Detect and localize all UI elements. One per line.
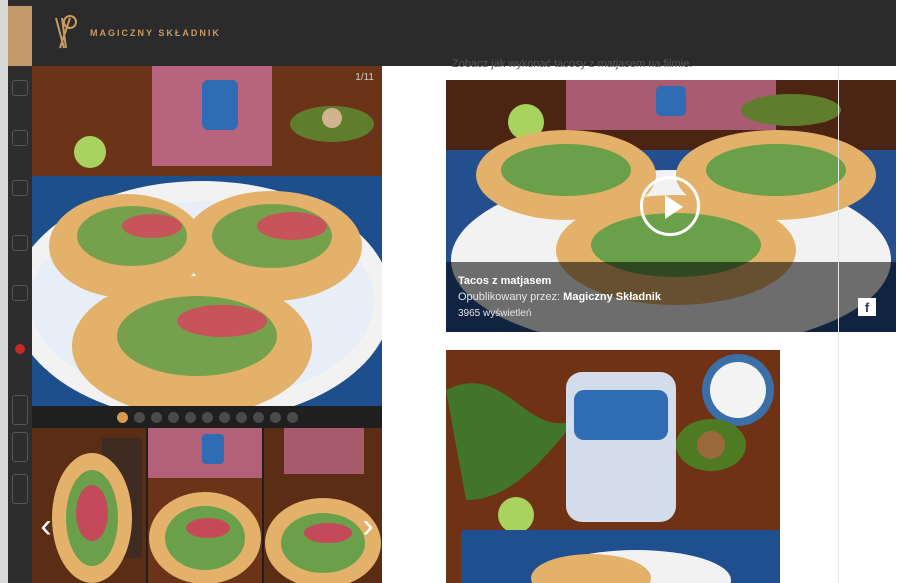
main-photo[interactable]: 1/11: [32, 66, 382, 406]
rail-icon-4[interactable]: [12, 235, 28, 251]
gallery-prev-arrow-icon[interactable]: ‹: [34, 506, 58, 546]
video-info-overlay: Tacos z matjasem Opublikowany przez: Mag…: [446, 262, 896, 332]
secondary-photo[interactable]: [446, 350, 780, 583]
video-views: 3965 wyświetleń: [458, 308, 532, 319]
carousel-dot-6[interactable]: [201, 411, 213, 423]
content-divider: [838, 66, 839, 583]
video-published-by: Opublikowany przez: Magiczny Składnik: [458, 291, 661, 303]
carousel-dot-1[interactable]: [116, 411, 128, 423]
carousel-dot-3[interactable]: [150, 411, 162, 423]
play-button[interactable]: [640, 176, 700, 236]
carousel-dots[interactable]: [32, 406, 382, 428]
tacos-photo: [32, 66, 382, 406]
carousel-dot-2[interactable]: [133, 411, 145, 423]
thumbnail-2[interactable]: [148, 428, 262, 583]
carousel-dot-11[interactable]: [286, 411, 298, 423]
thumbnail-2-image: [148, 428, 262, 583]
carousel-dot-7[interactable]: [218, 411, 230, 423]
rail-icon-5[interactable]: [12, 285, 28, 301]
rail-top: [8, 6, 32, 66]
rail-icon-6[interactable]: [12, 395, 28, 425]
left-rail: [8, 0, 32, 583]
carousel-dot-4[interactable]: [167, 411, 179, 423]
top-navbar: MAGICZNY SKŁADNIK: [32, 0, 896, 66]
rail-red-dot: [15, 344, 25, 354]
video-player[interactable]: Tacos z matjasem Opublikowany przez: Mag…: [446, 80, 896, 332]
rail-icon-3[interactable]: [12, 180, 28, 196]
carousel-dot-5[interactable]: [184, 411, 196, 423]
gallery-next-arrow-icon[interactable]: ›: [356, 506, 380, 546]
rail-icon-1[interactable]: [12, 80, 28, 96]
carousel-dot-10[interactable]: [269, 411, 281, 423]
video-publisher: Magiczny Składnik: [563, 291, 661, 303]
brand-name: MAGICZNY SKŁADNIK: [90, 28, 221, 38]
photo-gallery[interactable]: 1/11 ‹ ›: [32, 66, 382, 583]
rail-icon-2[interactable]: [12, 130, 28, 146]
logo-icon: [55, 15, 77, 49]
rail-icon-7[interactable]: [12, 432, 28, 462]
left-strip: [0, 0, 8, 583]
gallery-counter: 1/11: [355, 72, 374, 83]
video-title: Tacos z matjasem: [458, 275, 552, 287]
intro-text: Zobacz jak wykonać tacosy z matjasem na …: [452, 58, 693, 70]
carousel-dot-8[interactable]: [235, 411, 247, 423]
matjas-jar-photo: [446, 350, 780, 583]
carousel-dot-9[interactable]: [252, 411, 264, 423]
thumbnail-strip[interactable]: [32, 428, 382, 583]
video-published-prefix: Opublikowany przez:: [458, 291, 564, 303]
facebook-icon[interactable]: f: [858, 298, 876, 316]
rail-icon-8[interactable]: [12, 474, 28, 504]
